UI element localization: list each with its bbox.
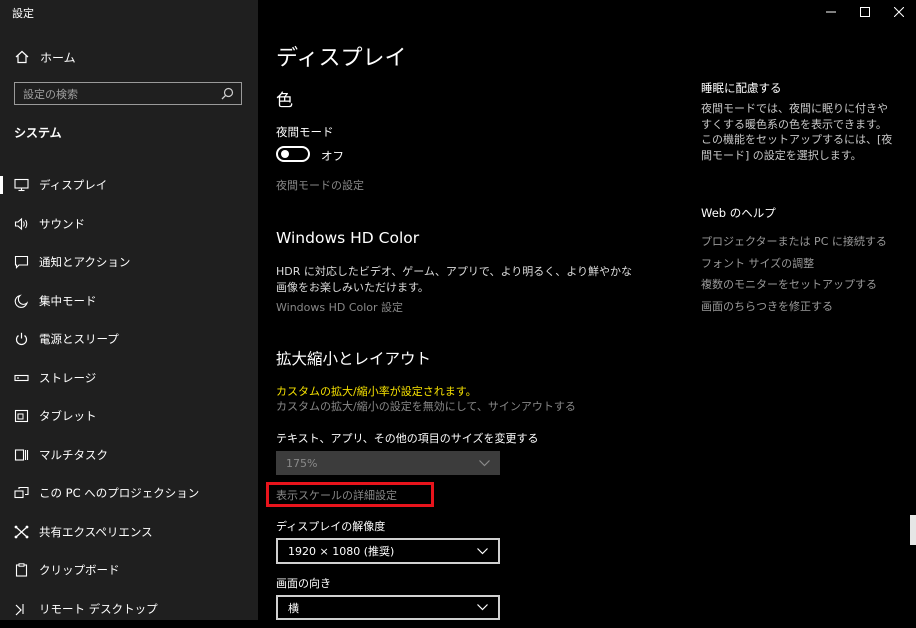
monitor-icon (13, 177, 29, 193)
search-icon[interactable] (221, 87, 235, 100)
sidebar-item-focus[interactable]: 集中モード (0, 282, 258, 321)
orientation-value: 横 (288, 600, 477, 616)
toggle-knob (281, 150, 289, 158)
color-heading: 色 (276, 86, 293, 111)
multitask-icon (13, 447, 29, 463)
resolution-value: 1920 × 1080 (推奨) (288, 543, 477, 559)
power-icon (13, 331, 29, 347)
sidebar-item-multitasking[interactable]: マルチタスク (0, 436, 258, 475)
close-button[interactable] (882, 0, 916, 24)
resolution-label: ディスプレイの解像度 (276, 518, 385, 534)
night-mode-label: 夜間モード (276, 124, 334, 140)
sidebar-item-remote-desktop[interactable]: リモート デスクトップ (0, 590, 258, 628)
notification-icon (13, 254, 29, 270)
sidebar-item-tablet[interactable]: タブレット (0, 397, 258, 436)
tablet-icon (13, 408, 29, 424)
orientation-dropdown[interactable]: 横 (276, 595, 500, 620)
section-label: システム (14, 124, 62, 141)
window-title: 設定 (12, 5, 34, 21)
size-label: テキスト、アプリ、その他の項目のサイズを変更する (276, 430, 538, 446)
help-link[interactable]: 複数のモニターをセットアップする (701, 276, 877, 292)
speaker-icon (13, 216, 29, 232)
maximize-icon (860, 7, 870, 17)
sidebar-item-label: ストレージ (39, 370, 96, 386)
window-controls (814, 0, 916, 24)
help-heading: Web のヘルプ (701, 205, 776, 221)
scale-heading: 拡大縮小とレイアウト (276, 347, 431, 369)
home-button[interactable]: ホーム (14, 48, 76, 66)
sidebar-item-label: リモート デスクトップ (39, 601, 158, 617)
sidebar-item-shared-experiences[interactable]: 共有エクスペリエンス (0, 513, 258, 552)
help-link[interactable]: プロジェクターまたは PC に接続する (701, 233, 887, 249)
resolution-dropdown[interactable]: 1920 × 1080 (推奨) (276, 538, 500, 564)
sidebar-nav: ディスプレイ サウンド 通知とアクション 集中モード 電源とスリープ (0, 166, 258, 628)
storage-icon (13, 370, 29, 386)
sidebar-item-label: クリップボード (39, 562, 120, 578)
search-placeholder: 設定の検索 (23, 86, 221, 102)
night-mode-toggle[interactable] (276, 146, 310, 162)
maximize-button[interactable] (848, 0, 882, 24)
sidebar-item-sound[interactable]: サウンド (0, 205, 258, 244)
orientation-label: 画面の向き (276, 575, 331, 591)
sidebar-item-label: 集中モード (39, 293, 97, 309)
sidebar-item-label: マルチタスク (39, 447, 108, 463)
scrollbar-thumb[interactable] (910, 515, 916, 545)
scale-value: 175% (286, 457, 479, 470)
sidebar-item-notifications[interactable]: 通知とアクション (0, 243, 258, 282)
help-link[interactable]: フォント サイズの調整 (701, 255, 814, 271)
sidebar-item-label: サウンド (39, 216, 85, 232)
moon-icon (13, 293, 29, 309)
hdr-heading: Windows HD Color (276, 229, 419, 247)
sidebar-item-clipboard[interactable]: クリップボード (0, 551, 258, 590)
sidebar-item-label: 通知とアクション (39, 254, 130, 270)
minimize-button[interactable] (814, 0, 848, 24)
projection-icon (13, 485, 29, 501)
clipboard-icon (13, 562, 29, 578)
home-icon (14, 50, 30, 64)
share-icon (13, 524, 29, 540)
sleep-text: 夜間モードでは、夜間に眠りに付きやすくする暖色系の色を表示できます。この機能をセ… (701, 101, 893, 163)
remote-desktop-icon (13, 601, 29, 617)
sidebar-item-label: 電源とスリープ (39, 331, 119, 347)
sidebar-item-projection[interactable]: この PC へのプロジェクション (0, 474, 258, 513)
sidebar-item-storage[interactable]: ストレージ (0, 359, 258, 398)
home-label: ホーム (40, 49, 76, 66)
sidebar-item-label: タブレット (39, 408, 97, 424)
night-mode-state: オフ (321, 148, 344, 164)
sidebar: 設定 ホーム 設定の検索 システム ディスプレイ サウンド (0, 0, 258, 620)
scale-dropdown[interactable]: 175% (276, 451, 500, 475)
highlight-box (266, 482, 434, 507)
page-title: ディスプレイ (276, 40, 406, 72)
sidebar-item-label: 共有エクスペリエンス (39, 524, 153, 540)
signout-link[interactable]: カスタムの拡大/縮小の設定を無効にして、サインアウトする (276, 398, 576, 414)
sidebar-item-display[interactable]: ディスプレイ (0, 166, 258, 205)
sidebar-item-power[interactable]: 電源とスリープ (0, 320, 258, 359)
help-link[interactable]: 画面のちらつきを修正する (701, 298, 833, 314)
sidebar-item-label: この PC へのプロジェクション (39, 485, 199, 501)
close-icon (894, 7, 904, 17)
chevron-down-icon (477, 548, 488, 555)
chevron-down-icon (479, 460, 490, 467)
sidebar-item-label: ディスプレイ (39, 177, 107, 193)
night-mode-settings-link[interactable]: 夜間モードの設定 (276, 177, 364, 193)
custom-scale-warning: カスタムの拡大/縮小率が設定されます。 (276, 383, 477, 399)
sleep-heading: 睡眠に配慮する (701, 80, 782, 96)
search-input[interactable]: 設定の検索 (14, 82, 242, 105)
chevron-down-icon (477, 604, 488, 611)
hdr-settings-link[interactable]: Windows HD Color 設定 (276, 299, 403, 315)
minimize-icon (826, 7, 836, 17)
hdr-description: HDR に対応したビデオ、ゲーム、アプリで、より明るく、より鮮やかな画像をお楽し… (276, 264, 638, 296)
